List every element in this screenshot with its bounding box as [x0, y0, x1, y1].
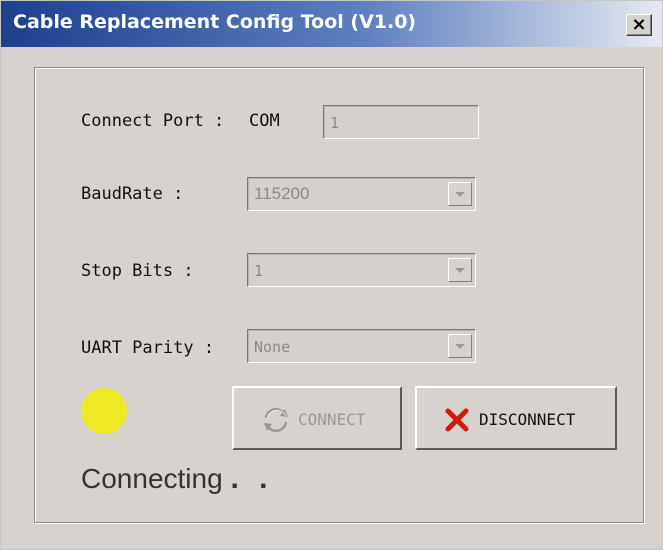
- com-prefix-label: COM: [249, 111, 280, 131]
- connect-port-value: 1: [330, 114, 340, 132]
- refresh-arrows-icon: [264, 408, 288, 432]
- baudrate-select[interactable]: 115200: [247, 177, 476, 211]
- chevron-down-icon[interactable]: [448, 182, 472, 206]
- window-title: Cable Replacement Config Tool (V1.0): [13, 11, 417, 33]
- uart-parity-select[interactable]: None: [247, 329, 476, 363]
- status-dots: . .: [230, 462, 274, 495]
- uart-parity-label: UART Parity :: [81, 338, 215, 358]
- disconnect-button-label: DISCONNECT: [479, 410, 576, 429]
- title-bar[interactable]: Cable Replacement Config Tool (V1.0) ×: [1, 1, 662, 47]
- red-x-icon: [445, 408, 469, 432]
- status-indicator-led: [81, 388, 127, 434]
- connect-port-input[interactable]: 1: [323, 105, 479, 139]
- stop-bits-label: Stop Bits :: [81, 261, 194, 281]
- uart-parity-value: None: [254, 338, 291, 356]
- chevron-down-icon[interactable]: [448, 334, 472, 358]
- stop-bits-select[interactable]: 1: [247, 253, 476, 287]
- status-text: Connecting: [81, 463, 223, 494]
- stop-bits-value: 1: [254, 262, 264, 280]
- close-button[interactable]: ×: [626, 14, 652, 36]
- connect-button[interactable]: CONNECT: [232, 386, 402, 450]
- baudrate-value: 115200: [254, 184, 310, 203]
- chevron-down-icon[interactable]: [448, 258, 472, 282]
- connection-status-text: Connecting . .: [81, 462, 273, 496]
- config-tool-window: Cable Replacement Config Tool (V1.0) × C…: [0, 0, 663, 550]
- connect-button-label: CONNECT: [298, 410, 366, 429]
- close-icon: ×: [631, 14, 647, 35]
- baudrate-label: BaudRate :: [81, 184, 184, 204]
- connect-port-label: Connect Port :: [81, 111, 225, 131]
- disconnect-button[interactable]: DISCONNECT: [415, 386, 617, 450]
